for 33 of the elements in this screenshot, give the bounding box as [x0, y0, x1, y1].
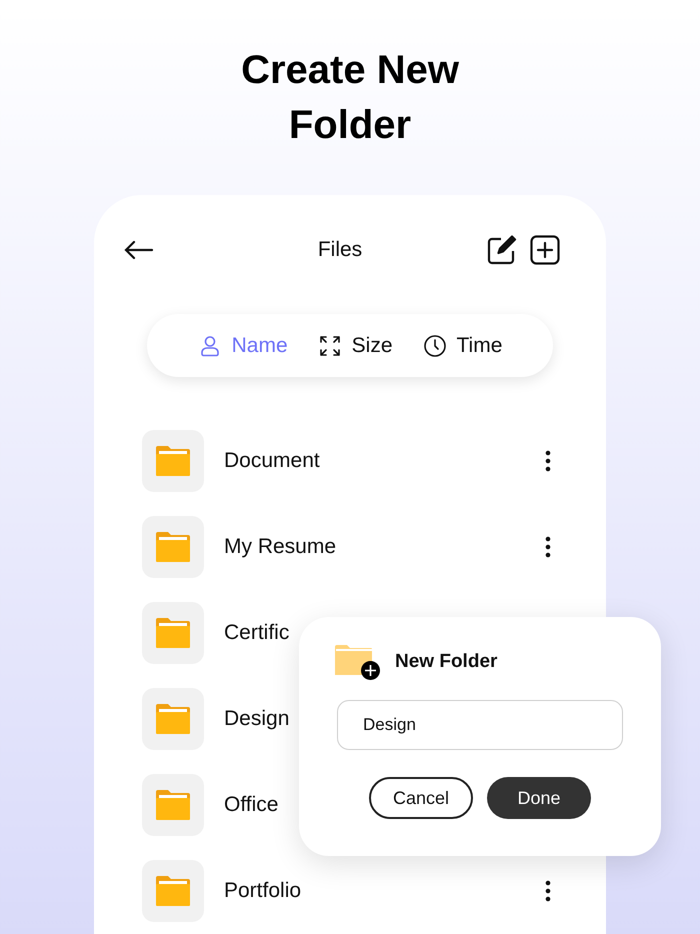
folder-name-field[interactable]: Design: [337, 700, 623, 750]
sort-tab[interactable]: Name: [198, 330, 288, 362]
headline: Create New Folder: [240, 47, 460, 149]
folder-name[interactable]: Document: [224, 445, 545, 477]
more-icon[interactable]: [545, 880, 551, 902]
folder-tile[interactable]: [142, 602, 204, 664]
done-button[interactable]: Done: [487, 777, 591, 819]
sort-tab[interactable]: Time: [422, 330, 502, 362]
add-icon[interactable]: [530, 235, 560, 265]
folder-tile[interactable]: [142, 688, 204, 750]
clock-icon: [422, 334, 446, 358]
edit-icon[interactable]: [486, 234, 518, 266]
folder-icon: [155, 617, 191, 649]
folder-icon: [155, 875, 191, 907]
new-folder-icon: [335, 644, 381, 681]
dialog-title: New Folder: [395, 650, 498, 674]
more-icon[interactable]: [545, 450, 551, 472]
folder-icon: [155, 789, 191, 821]
more-icon[interactable]: [545, 536, 551, 558]
back-arrow-icon[interactable]: [124, 240, 154, 260]
folder-tile[interactable]: [142, 774, 204, 836]
sort-tab[interactable]: Size: [318, 330, 392, 362]
expand-icon: [318, 334, 342, 358]
folder-tile[interactable]: [142, 516, 204, 578]
folder-icon: [155, 531, 191, 563]
folder-icon: [155, 445, 191, 477]
folder-name[interactable]: My Resume: [224, 531, 545, 563]
screen-title: Files: [318, 237, 362, 264]
cancel-button[interactable]: Cancel: [369, 777, 473, 819]
folder-name[interactable]: Portfolio: [224, 875, 545, 907]
folder-tile[interactable]: [142, 430, 204, 492]
folder-icon: [155, 703, 191, 735]
folder-tile[interactable]: [142, 860, 204, 922]
